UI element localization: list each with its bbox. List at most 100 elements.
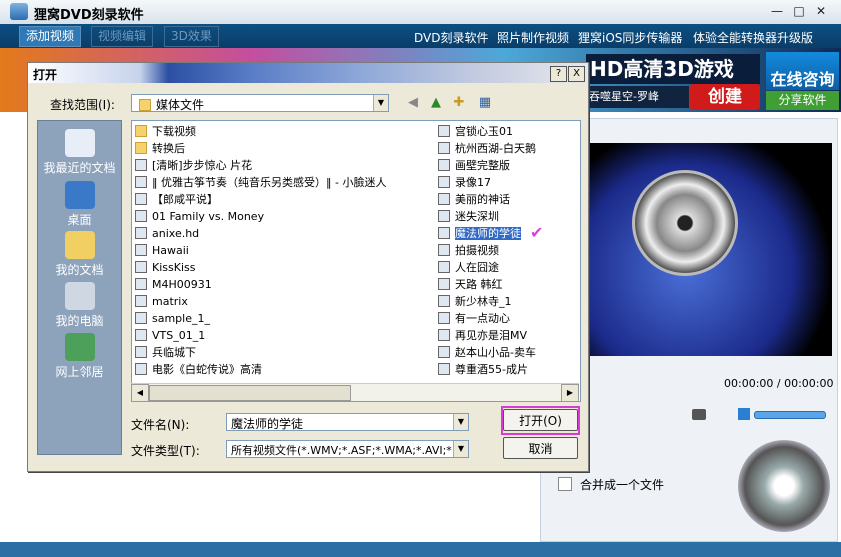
view-menu-icon[interactable]: ▦	[474, 95, 496, 111]
video-file-icon	[438, 159, 450, 171]
video-file-icon	[135, 193, 147, 205]
file-item[interactable]: 赵本山小品-卖车	[435, 344, 580, 361]
file-name: anixe.hd	[152, 227, 200, 240]
burn-button[interactable]	[738, 440, 830, 532]
maximize-icon[interactable]: □	[789, 3, 809, 20]
snapshot-icon[interactable]	[692, 409, 706, 420]
file-item[interactable]: 有一点动心	[435, 310, 580, 327]
file-item[interactable]: 宫锁心玉01	[435, 123, 580, 140]
place-my-computer[interactable]: 我的电脑	[38, 282, 121, 329]
chevron-down-icon: ▼	[373, 95, 388, 111]
file-item[interactable]: 魔法师的学徒	[435, 225, 580, 242]
link-photo-video[interactable]: 照片制作视频	[497, 29, 569, 46]
place-desktop[interactable]: 桌面	[38, 181, 121, 228]
merge-files-label: 合并成一个文件	[580, 478, 665, 492]
place-recent[interactable]: 我最近的文档	[38, 129, 121, 176]
file-name: Hawaii	[152, 244, 189, 257]
ad-headline[interactable]: HD高清3D游戏	[586, 54, 760, 84]
edit-video-button[interactable]: 视频编辑	[91, 26, 154, 47]
file-item[interactable]: 美丽的神话	[435, 191, 580, 208]
video-file-icon	[135, 312, 147, 324]
video-file-icon	[135, 346, 147, 358]
link-dvd-burner[interactable]: DVD刻录软件	[414, 29, 488, 46]
place-label: 我的电脑	[55, 314, 104, 328]
file-item[interactable]: ‖ 优雅古筝节奏（纯音乐另类感受）‖ - 小臉迷人	[132, 174, 432, 191]
file-item[interactable]: 下载视频	[132, 123, 432, 140]
file-item[interactable]: 01 Family vs. Money	[132, 208, 432, 225]
main-toolbar: 添加视频 视频编辑 3D效果 DVD刻录软件 照片制作视频 狸窝iOS同步传输器…	[0, 24, 841, 48]
playback-time: 00:00:00 / 00:00:00	[724, 377, 834, 390]
link-ios-transfer[interactable]: 狸窝iOS同步传输器	[578, 29, 682, 46]
ad-create-button[interactable]: 创建	[690, 84, 760, 110]
help-icon[interactable]: ?	[550, 66, 567, 82]
merge-files-checkbox[interactable]: 合并成一个文件	[558, 476, 664, 493]
file-name: 人在囧途	[455, 261, 499, 274]
file-name: 再见亦是泪MV	[455, 329, 528, 342]
file-item[interactable]: 【郎咸平说】	[132, 191, 432, 208]
share-software-button[interactable]: 分享软件	[766, 91, 839, 110]
video-file-icon	[135, 227, 147, 239]
place-network[interactable]: 网上邻居	[38, 333, 121, 380]
file-item[interactable]: 再见亦是泪MV	[435, 327, 580, 344]
new-folder-icon[interactable]: ✚	[451, 95, 467, 111]
file-item[interactable]: 迷失深圳	[435, 208, 580, 225]
place-my-documents[interactable]: 我的文档	[38, 231, 121, 278]
file-item[interactable]: 尊重酒55-成片	[435, 361, 580, 378]
file-item[interactable]: 电影《白蛇传说》高清	[132, 361, 432, 378]
file-name: 魔法师的学徒	[455, 227, 521, 240]
link-converter-upgrade[interactable]: 体验全能转换器升级版	[693, 29, 813, 46]
video-file-icon	[438, 363, 450, 375]
file-item[interactable]: KissKiss	[132, 259, 432, 276]
file-name: sample_1_	[152, 312, 210, 325]
file-item[interactable]: 杭州西湖-白天鹅	[435, 140, 580, 157]
file-item[interactable]: 画壁完整版	[435, 157, 580, 174]
video-file-icon	[135, 295, 147, 307]
scroll-right-icon[interactable]: ▶	[561, 384, 579, 402]
up-folder-icon[interactable]: ▲	[428, 95, 444, 111]
status-bar	[0, 542, 841, 557]
scroll-thumb[interactable]	[149, 385, 351, 401]
file-item[interactable]: 录像17	[435, 174, 580, 191]
open-button[interactable]: 打开(O)	[503, 409, 578, 431]
file-item[interactable]: Hawaii	[132, 242, 432, 259]
app-title: 狸窝DVD刻录软件	[34, 8, 144, 23]
video-file-icon	[438, 261, 450, 273]
file-item[interactable]: 转换后	[132, 140, 432, 157]
lookin-dropdown[interactable]: 媒体文件 ▼	[131, 94, 389, 112]
file-item[interactable]: 兵临城下	[132, 344, 432, 361]
video-file-icon	[438, 125, 450, 137]
close-icon[interactable]: ✕	[811, 3, 831, 20]
file-name: 有一点动心	[455, 312, 510, 325]
file-item[interactable]: 新少林寺_1	[435, 293, 580, 310]
file-item[interactable]: VTS_01_1	[132, 327, 432, 344]
video-file-icon	[438, 210, 450, 222]
file-name: [清晰]步步惊心 片花	[152, 159, 253, 172]
scroll-left-icon[interactable]: ◀	[131, 384, 149, 402]
video-file-icon	[135, 278, 147, 290]
minimize-icon[interactable]: —	[767, 3, 787, 20]
file-item[interactable]: anixe.hd	[132, 225, 432, 242]
filename-input[interactable]: 魔法师的学徒 ▼	[226, 413, 469, 431]
filetype-dropdown[interactable]: 所有视频文件(*.WMV;*.ASF;*.WMA;*.AVI;* ▼	[226, 440, 469, 458]
lookin-label: 查找范围(I):	[50, 98, 115, 112]
file-item[interactable]: M4H00931	[132, 276, 432, 293]
file-item[interactable]: 天路 韩红	[435, 276, 580, 293]
file-item[interactable]: 拍摄视频	[435, 242, 580, 259]
file-item[interactable]: sample_1_	[132, 310, 432, 327]
lookin-value: 媒体文件	[156, 98, 205, 112]
file-item[interactable]: [清晰]步步惊心 片花	[132, 157, 432, 174]
dialog-close-icon[interactable]: X	[568, 66, 585, 82]
cancel-button[interactable]: 取消	[503, 437, 578, 459]
file-item[interactable]: 人在囧途	[435, 259, 580, 276]
file-item[interactable]: matrix	[132, 293, 432, 310]
volume-icon[interactable]	[738, 408, 750, 420]
volume-slider[interactable]	[754, 411, 826, 419]
place-label: 我的文档	[55, 263, 104, 277]
open-file-dialog: 打开 ? X 查找范围(I): 媒体文件 ▼ ◀ ▲ ✚ ▦ 我最近的文档 桌面…	[27, 62, 589, 472]
chevron-down-icon[interactable]: ▼	[453, 414, 468, 430]
add-video-button[interactable]: 添加视频	[19, 26, 82, 47]
horizontal-scrollbar[interactable]: ◀ ▶	[131, 383, 579, 402]
online-consult-button[interactable]: 在线咨询	[766, 52, 839, 90]
back-icon[interactable]: ◀	[405, 95, 421, 111]
effect-3d-button[interactable]: 3D效果	[164, 26, 219, 47]
